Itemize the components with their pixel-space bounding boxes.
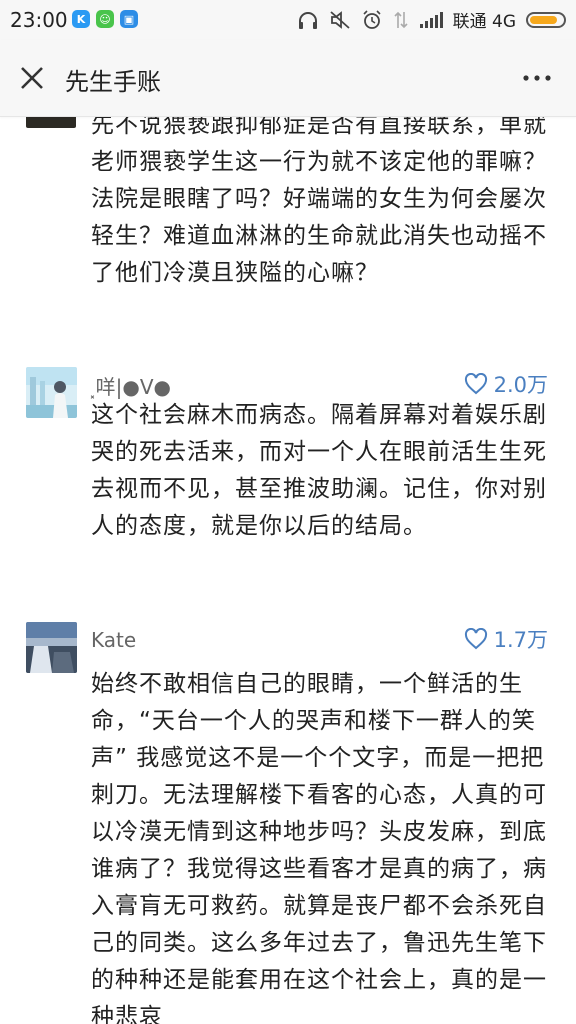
signal-icon [419,11,443,29]
comment-username[interactable]: ⸼咩|●V● [91,371,171,400]
comment-text: 先不说猥亵跟抑郁症是否有直接联系，单就老师猥亵学生这一行为就不该定他的罪嘛？法院… [91,117,547,286]
headphones-icon [297,10,319,30]
like-count: 1.7万 [493,628,548,652]
like-button[interactable]: 2.0万 [464,369,548,399]
more-icon [523,75,551,81]
like-button[interactable]: 1.7万 [464,624,548,654]
comment-text: 这个社会麻木而病态。隔着屏幕对着娱乐剧哭的死去活来，而对一个人在眼前活生生死去视… [91,402,547,539]
page-title: 先生手账 [65,68,161,96]
battery-level [530,15,557,24]
battery-icon [526,11,566,28]
mute-icon [329,10,351,30]
avatar[interactable] [26,117,76,128]
nav-bar: 先生手账 [0,40,576,117]
comments-list[interactable]: 先不说猥亵跟抑郁症是否有直接联系，单就老师猥亵学生这一行为就不该定他的罪嘛？法院… [0,117,576,1024]
alarm-icon [361,9,383,30]
wechat-mini-icon: ☺ [96,10,114,28]
heart-icon [464,373,487,395]
status-bar: 23:00 K ☺ ▣ 联通 4G [0,0,576,40]
k-app-icon: K [72,10,90,28]
close-button[interactable] [18,64,46,92]
comment-text: 始终不敢相信自己的眼睛，一个鲜活的生命，“天台一个人的哭声和楼下一群人的笑声” … [91,671,547,1024]
avatar[interactable] [26,367,77,418]
carrier-label: 联通 4G [452,12,516,32]
like-count: 2.0万 [493,373,548,397]
more-button[interactable] [522,64,552,92]
square-app-icon: ▣ [120,10,138,28]
status-time: 23:00 [10,8,68,32]
heart-icon [464,628,487,650]
close-icon [21,67,43,89]
avatar[interactable] [26,622,77,673]
comment-username[interactable]: Kate [91,628,136,652]
status-icons: 联通 4G [297,7,566,32]
data-transfer-icon [393,10,409,30]
status-app-icons: K ☺ ▣ [72,10,138,28]
